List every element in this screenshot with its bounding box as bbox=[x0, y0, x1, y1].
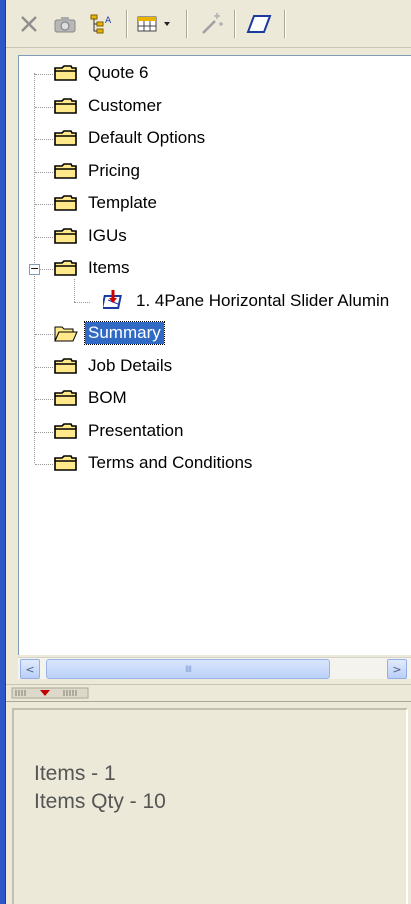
tree-node[interactable]: Terms and Conditions bbox=[53, 448, 255, 478]
scrollbar-grip: IIII bbox=[184, 664, 192, 674]
tree-node-label: IGUs bbox=[88, 225, 127, 245]
tree-node-label: Pricing bbox=[88, 160, 140, 180]
items-qty-text: Items Qty - 10 bbox=[34, 790, 166, 813]
eraser-button[interactable] bbox=[242, 8, 276, 40]
scrollbar-thumb[interactable]: IIII bbox=[46, 659, 330, 679]
tree-node[interactable]: 1. 4Pane Horizontal Slider Alumin bbox=[103, 286, 392, 316]
tree-connector bbox=[35, 106, 53, 108]
toolbar: A bbox=[6, 0, 411, 48]
tree-node[interactable]: Default Options bbox=[53, 123, 208, 153]
folder-closed-icon bbox=[53, 388, 79, 408]
delete-button[interactable] bbox=[14, 8, 44, 40]
folder-closed-icon bbox=[53, 161, 79, 181]
tree-expander-minus[interactable]: − bbox=[29, 263, 40, 275]
tree-node-label: Terms and Conditions bbox=[88, 453, 253, 472]
tree-node-label: Customer bbox=[88, 95, 162, 115]
toolbar-separator bbox=[284, 10, 286, 38]
tree-node[interactable]: Quote 6 bbox=[53, 58, 152, 88]
window-edge bbox=[0, 0, 6, 904]
toolbar-separator bbox=[126, 10, 128, 38]
tree-node[interactable]: Job Details bbox=[53, 351, 175, 381]
delete-icon bbox=[21, 16, 37, 32]
toolbar-separator bbox=[234, 10, 236, 38]
toolbar-separator bbox=[186, 10, 188, 38]
summary-info-panel: Items - 1 Items Qty - 10 bbox=[12, 708, 408, 904]
tree-connector bbox=[35, 139, 53, 140]
eraser-icon bbox=[246, 15, 272, 33]
tree-connector bbox=[35, 366, 53, 368]
tree-node[interactable]: IGUs bbox=[53, 221, 130, 251]
scroll-left-button[interactable]: < bbox=[20, 659, 40, 679]
tree-node-label: Template bbox=[88, 193, 157, 212]
tree-connector bbox=[35, 334, 53, 335]
folder-closed-icon bbox=[53, 128, 79, 148]
layout-dropdown-button[interactable] bbox=[134, 8, 178, 40]
tree-connector bbox=[35, 464, 53, 465]
tree-node-label: Job Details bbox=[88, 355, 173, 375]
items-count-text: Items - 1 bbox=[34, 762, 116, 785]
chevron-left-icon: < bbox=[25, 662, 35, 676]
tree-connector bbox=[35, 431, 53, 433]
tree-view[interactable]: Quote 6 Customer Default Options Pricing Tem… bbox=[18, 55, 411, 655]
folder-closed-icon bbox=[53, 421, 79, 441]
tree-node[interactable]: Template bbox=[53, 188, 160, 218]
folder-closed-icon bbox=[53, 258, 79, 278]
tree-node[interactable]: Items bbox=[53, 253, 133, 283]
tree-connector bbox=[35, 236, 53, 238]
tree-node[interactable]: BOM bbox=[53, 383, 130, 413]
tree-text-icon: A bbox=[90, 14, 112, 34]
tree-node-label: Summary bbox=[84, 321, 165, 345]
tree-node[interactable]: Summary bbox=[53, 318, 165, 348]
camera-button[interactable] bbox=[50, 8, 80, 40]
tree-node-label: BOM bbox=[88, 388, 127, 407]
chevron-right-icon: > bbox=[392, 662, 402, 676]
tree-connector bbox=[35, 399, 53, 400]
tree-node-label: Default Options bbox=[88, 128, 206, 147]
tree-connector bbox=[35, 204, 53, 205]
folder-open-icon bbox=[53, 323, 79, 343]
tree-node[interactable]: Pricing bbox=[53, 156, 143, 186]
tree-node[interactable]: Presentation bbox=[53, 416, 186, 446]
wand-icon bbox=[202, 13, 223, 34]
tree-text-button[interactable]: A bbox=[86, 8, 118, 40]
folder-closed-icon bbox=[53, 193, 79, 213]
folder-closed-icon bbox=[53, 63, 79, 83]
svg-text:A: A bbox=[105, 16, 112, 26]
wand-button[interactable] bbox=[196, 8, 228, 40]
panel-splitter[interactable] bbox=[6, 684, 411, 702]
window-item-icon bbox=[103, 289, 127, 312]
scroll-right-button[interactable]: > bbox=[387, 659, 407, 679]
layout-dropdown-icon bbox=[137, 16, 170, 32]
camera-icon bbox=[54, 17, 76, 33]
tree-node-label: Presentation bbox=[88, 420, 184, 440]
splitter-grip-icon bbox=[11, 687, 89, 699]
horizontal-scrollbar[interactable]: < IIII > bbox=[18, 657, 411, 679]
app-panel: A Quote 6 Customer Default Options Pricing T… bbox=[0, 0, 411, 904]
tree-node-label: Items bbox=[88, 258, 130, 277]
tree-node[interactable]: Customer bbox=[53, 91, 165, 121]
tree-node-label: Quote 6 bbox=[88, 63, 149, 82]
tree-node-label: 1. 4Pane Horizontal Slider Alumin bbox=[136, 290, 390, 310]
tree-connector bbox=[35, 74, 53, 75]
folder-closed-icon bbox=[53, 226, 79, 246]
folder-closed-icon bbox=[53, 356, 79, 376]
tree-connector bbox=[74, 301, 90, 303]
folder-closed-icon bbox=[53, 453, 79, 473]
folder-closed-icon bbox=[53, 96, 79, 116]
tree-connector bbox=[35, 171, 53, 173]
